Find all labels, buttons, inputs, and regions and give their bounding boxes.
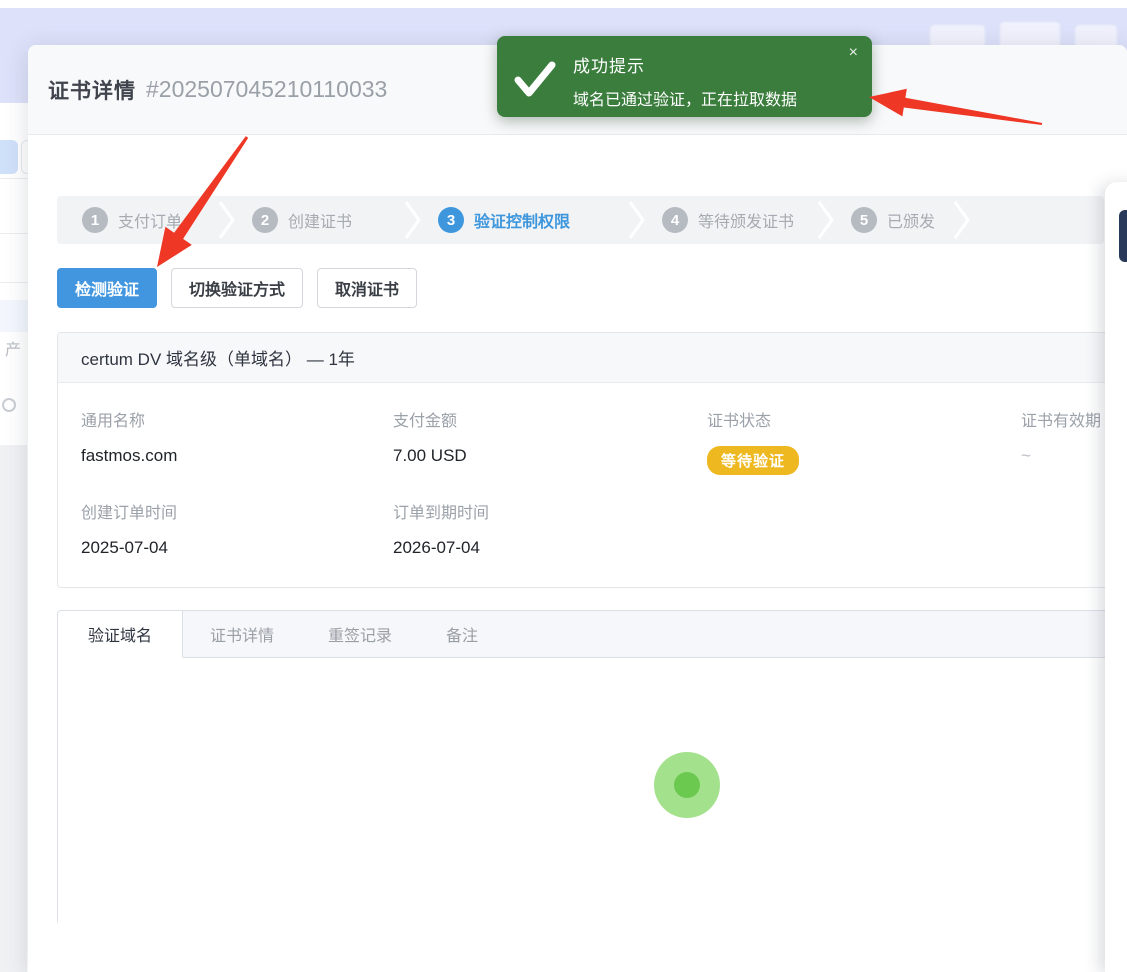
step-number: 5 xyxy=(851,207,877,233)
step-number: 3 xyxy=(438,207,464,233)
step-pay-order: 1 支付订单 xyxy=(82,207,218,233)
step-number: 4 xyxy=(662,207,688,233)
toast-title: 成功提示 xyxy=(573,52,645,77)
side-drawer-accent-block xyxy=(1119,210,1127,262)
background-row-highlight xyxy=(0,300,28,332)
modal-title: 证书详情 xyxy=(48,75,136,105)
tab-verify-domain[interactable]: 验证域名 xyxy=(58,611,183,658)
action-buttons-row: 检测验证 切换验证方式 取消证书 xyxy=(57,268,417,308)
check-verification-button[interactable]: 检测验证 xyxy=(57,268,157,308)
background-ghost-control xyxy=(930,25,985,47)
chevron-separator-icon xyxy=(953,196,973,244)
certificate-product-name: certum DV 域名级（单域名） — 1年 xyxy=(58,333,1126,383)
certificate-fields-grid: 通用名称 fastmos.com 支付金额 7.00 USD 证书状态 等待验证… xyxy=(58,383,1126,558)
field-order-expiry: 订单到期时间 2026-07-04 xyxy=(393,499,707,558)
tabs-header: 验证域名 证书详情 重签记录 备注 xyxy=(58,611,1126,658)
tab-resign-records[interactable]: 重签记录 xyxy=(301,611,419,657)
field-payment-amount: 支付金额 7.00 USD xyxy=(393,407,707,475)
side-drawer-edge xyxy=(1105,182,1127,972)
background-gray-column xyxy=(0,445,27,972)
chevron-separator-icon xyxy=(628,196,648,244)
step-number: 1 xyxy=(82,207,108,233)
field-common-name: 通用名称 fastmos.com xyxy=(81,407,393,475)
cancel-certificate-button[interactable]: 取消证书 xyxy=(317,268,417,308)
order-number: #202507045210110033 xyxy=(146,76,387,103)
step-create-cert: 2 创建证书 xyxy=(252,207,404,233)
close-icon[interactable]: × xyxy=(849,45,858,61)
background-divider xyxy=(0,233,28,234)
background-ghost-control xyxy=(1075,25,1117,47)
background-partial-text: 产 xyxy=(5,336,21,360)
background-divider xyxy=(0,178,28,179)
tab-remarks[interactable]: 备注 xyxy=(419,611,505,657)
switch-verification-method-button[interactable]: 切换验证方式 xyxy=(171,268,303,308)
tab-cert-detail[interactable]: 证书详情 xyxy=(183,611,301,657)
chevron-separator-icon xyxy=(404,196,424,244)
progress-stepper: 1 支付订单 2 创建证书 3 验证控制权限 4 等待颁发证书 5 已颁发 xyxy=(57,196,1104,244)
step-issued: 5 已颁发 xyxy=(851,207,953,233)
success-toast: 成功提示 域名已通过验证，正在拉取数据 × xyxy=(497,36,872,117)
background-divider xyxy=(0,282,28,283)
step-verify-control: 3 验证控制权限 xyxy=(438,207,628,233)
detail-tabs-panel: 验证域名 证书详情 重签记录 备注 xyxy=(57,610,1127,925)
screen: 产 证书详情 #202507045210110033 1 支付订单 2 创建证书… xyxy=(0,0,1127,972)
toast-message: 域名已通过验证，正在拉取数据 xyxy=(573,86,797,110)
certificate-info-card: certum DV 域名级（单域名） — 1年 通用名称 fastmos.com… xyxy=(57,332,1127,588)
step-number: 2 xyxy=(252,207,278,233)
field-order-created: 创建订单时间 2025-07-04 xyxy=(81,499,393,558)
field-cert-status: 证书状态 等待验证 xyxy=(707,407,1021,475)
chevron-separator-icon xyxy=(218,196,238,244)
chevron-separator-icon xyxy=(817,196,837,244)
background-circle-icon xyxy=(2,398,16,412)
background-selected-chip xyxy=(0,140,18,174)
step-wait-issue: 4 等待颁发证书 xyxy=(662,207,817,233)
certificate-detail-modal: 证书详情 #202507045210110033 1 支付订单 2 创建证书 3… xyxy=(28,45,1127,972)
loading-pulse-icon xyxy=(654,752,720,818)
tab-content-verify-domain xyxy=(58,658,1126,925)
status-badge: 等待验证 xyxy=(707,446,799,475)
check-icon xyxy=(513,60,557,100)
